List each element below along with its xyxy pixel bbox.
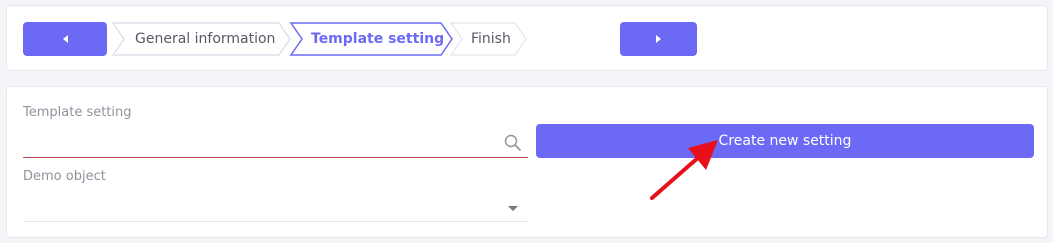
chevron-left-icon [62, 35, 68, 43]
create-new-setting-button[interactable]: Create new setting [536, 124, 1034, 158]
chevron-down-icon[interactable] [508, 206, 518, 211]
template-setting-field [23, 128, 528, 158]
demo-object-label: Demo object [23, 169, 106, 184]
wizard-card: General information Template setting Fin… [6, 5, 1048, 71]
previous-step-button[interactable] [23, 22, 107, 56]
template-setting-label: Template setting [23, 105, 132, 120]
wizard-steps: General information Template setting Fin… [111, 22, 541, 56]
red-arrow-pointer-icon [650, 140, 718, 200]
template-setting-input[interactable] [23, 128, 493, 156]
search-icon[interactable] [504, 134, 522, 152]
chevron-right-icon [656, 35, 661, 43]
step-template-setting[interactable]: Template setting [311, 22, 444, 56]
demo-object-select[interactable] [23, 192, 528, 222]
step-finish[interactable]: Finish [471, 22, 511, 56]
form-card: Template setting Create new setting Demo… [6, 86, 1048, 238]
next-step-button[interactable] [620, 22, 697, 56]
step-general-information[interactable]: General information [135, 22, 275, 56]
